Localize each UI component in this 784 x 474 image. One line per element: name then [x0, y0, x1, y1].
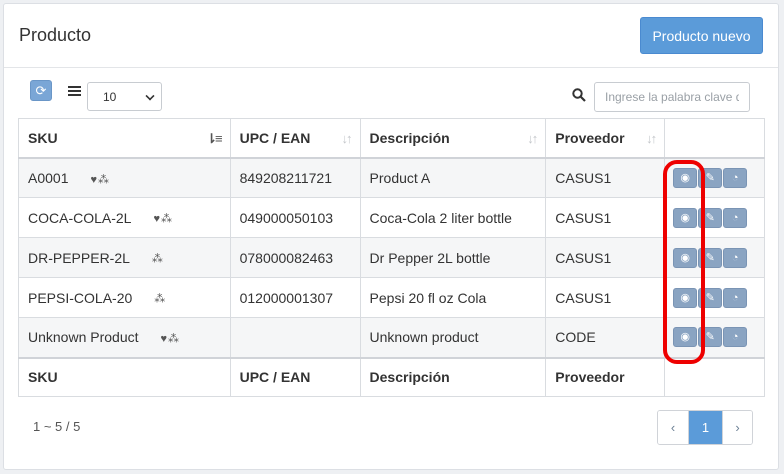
upc-cell: 049000050103 [229, 197, 361, 238]
table-row: PEPSI-COLA-20 ⁂ 012000001307 Pepsi 20 fl … [18, 277, 765, 318]
refresh-button[interactable]: ⟳ [30, 80, 52, 101]
page-button-current[interactable]: 1 [688, 411, 722, 444]
edit-icon: ✎ [705, 171, 715, 184]
pie-chart-icon: ◔ [731, 171, 739, 184]
provider-cell: CASUS1 [545, 237, 666, 278]
footer-header-description: Descripción [359, 356, 547, 397]
edit-icon: ✎ [705, 331, 715, 344]
product-type-icons: ⁂ [154, 293, 167, 306]
table-row: DR-PEPPER-2L ⁂ 078000082463 Dr Pepper 2L … [18, 237, 765, 278]
footer-header-upc: UPC / EAN [229, 356, 361, 397]
sku-cell: COCA-COLA-2L [28, 209, 132, 226]
table-row: A0001 ♥⁂ 849208211721 Product A CASUS1 ◉ ✎… [18, 157, 765, 198]
sku-cell: PEPSI-COLA-20 [28, 289, 133, 306]
upc-cell: 849208211721 [229, 157, 361, 198]
chevron-down-icon [145, 91, 155, 101]
list-icon [68, 86, 81, 96]
sku-cell: Unknown Product [28, 329, 139, 346]
description-cell: Unknown product [359, 317, 547, 358]
next-page-button[interactable]: › [722, 411, 752, 444]
product-table: SKU ⇂≡ UPC / EAN ↓↑ Descripción ↓↑ Proveedo… [18, 118, 765, 397]
column-header-description[interactable]: Descripción ↓↑ [359, 118, 547, 159]
description-cell: Dr Pepper 2L bottle [359, 237, 547, 278]
sort-icon: ↓↑ [646, 131, 657, 146]
view-buttons-highlight [663, 160, 705, 364]
pie-chart-icon: ◔ [731, 291, 739, 304]
sku-cell: DR-PEPPER-2L [28, 249, 130, 266]
product-type-icons: ⁂ [151, 253, 164, 266]
edit-icon: ✎ [705, 211, 715, 224]
table-row: Unknown Product ♥⁂ Unknown product CODE ◉… [18, 317, 765, 358]
stats-button[interactable]: ◔ [723, 247, 748, 268]
footer-header-provider: Proveedor [545, 356, 666, 397]
column-label: Descripción [369, 129, 450, 146]
description-cell: Coca-Cola 2 liter bottle [359, 197, 547, 238]
product-type-icons: ♥⁂ [160, 333, 181, 346]
upc-cell: 078000082463 [229, 237, 361, 278]
stats-button[interactable]: ◔ [723, 327, 748, 348]
sort-desc-icon: ⇂≡ [206, 131, 223, 146]
stats-button[interactable]: ◔ [723, 207, 748, 228]
edit-icon: ✎ [705, 251, 715, 264]
description-cell: Product A [359, 157, 547, 198]
stats-button[interactable]: ◔ [723, 287, 748, 308]
search-icon [572, 88, 586, 102]
panel-header: Producto Producto nuevo [4, 4, 778, 68]
stats-button[interactable]: ◔ [723, 167, 748, 188]
column-header-sku[interactable]: SKU ⇂≡ [18, 118, 231, 159]
page-title: Producto [19, 25, 92, 45]
prev-page-button[interactable]: ‹ [658, 411, 688, 444]
provider-cell: CASUS1 [545, 277, 666, 318]
search-input[interactable] [594, 82, 750, 112]
new-product-button[interactable]: Producto nuevo [640, 17, 763, 54]
pagination-info: 1 ~ 5 / 5 [33, 419, 81, 434]
upc-cell: 012000001307 [229, 277, 361, 318]
page-size-select[interactable]: 10 [87, 82, 162, 111]
page-size-value: 10 [103, 90, 117, 104]
footer-header-sku: SKU [18, 356, 231, 397]
table-row: COCA-COLA-2L ♥⁂ 049000050103 Coca-Cola 2 … [18, 197, 765, 238]
product-type-icons: ♥⁂ [90, 173, 111, 186]
column-label: Proveedor [555, 129, 625, 146]
product-type-icons: ♥⁂ [153, 213, 173, 226]
pie-chart-icon: ◔ [731, 251, 739, 264]
column-label: UPC / EAN [239, 129, 311, 146]
sort-icon: ↓↑ [341, 131, 353, 146]
column-header-actions [664, 118, 765, 159]
sort-icon: ↓↑ [527, 131, 538, 146]
provider-cell: CASUS1 [545, 157, 666, 198]
pagination: ‹ 1 › [657, 410, 753, 445]
pie-chart-icon: ◔ [731, 331, 739, 344]
description-cell: Pepsi 20 fl oz Cola [359, 277, 547, 318]
sku-cell: A0001 [28, 169, 69, 186]
pie-chart-icon: ◔ [731, 211, 739, 224]
column-label: SKU [28, 129, 58, 146]
provider-cell: CODE [545, 317, 666, 358]
refresh-icon: ⟳ [35, 83, 47, 98]
provider-cell: CASUS1 [545, 197, 666, 238]
column-header-provider[interactable]: Proveedor ↓↑ [545, 118, 666, 159]
column-header-upc[interactable]: UPC / EAN ↓↑ [229, 118, 361, 159]
upc-cell [229, 317, 361, 358]
edit-icon: ✎ [705, 291, 715, 304]
